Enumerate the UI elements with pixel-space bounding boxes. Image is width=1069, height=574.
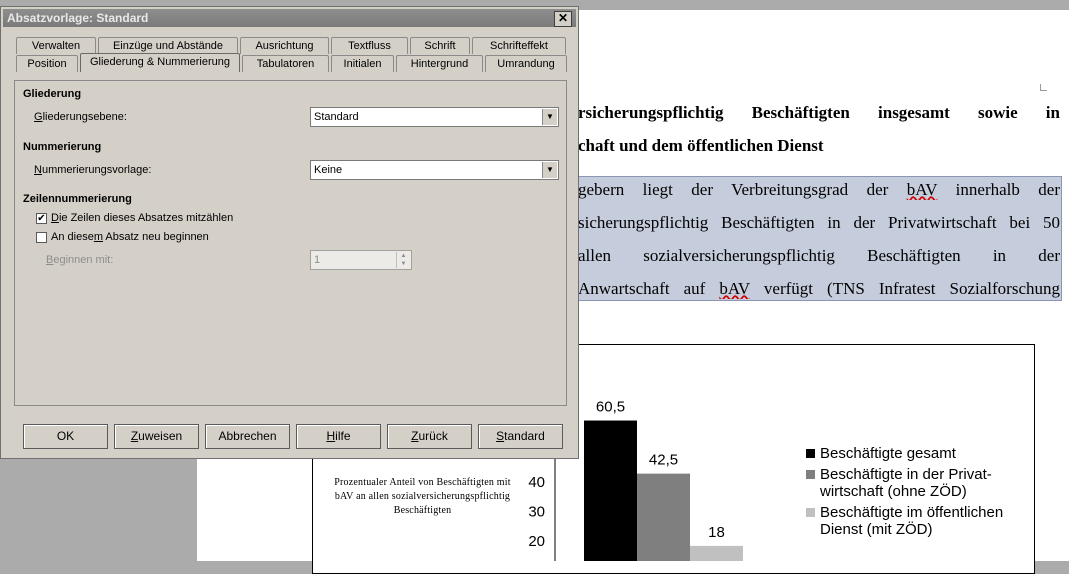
assign-button[interactable]: Zuweisen — [114, 424, 199, 449]
legend-label: Beschäftigte in der Privat-wirtschaft (o… — [820, 466, 992, 500]
help-button[interactable]: Hilfe — [296, 424, 381, 449]
restart-numbering-label[interactable]: An diesem Absatz neu beginnen — [51, 231, 209, 243]
outline-level-label: Gliederungsebene: — [34, 111, 127, 123]
outline-level-dropdown[interactable]: Standard ▼ — [310, 107, 559, 127]
numbering-style-value: Keine — [314, 164, 343, 176]
tab-position[interactable]: Position — [16, 55, 78, 72]
section-zeilennummerierung: Zeilennummerierung — [23, 193, 132, 205]
legend-item: Beschäftigte in der Privat-wirtschaft (o… — [806, 466, 1030, 500]
tab-panel-outline-numbering: Gliederung Gliederungsebene: Standard ▼ … — [14, 80, 567, 406]
start-with-label: Beginnen mit: — [46, 254, 114, 266]
tab-einzüge-und-abstände[interactable]: Einzüge und Abstände — [98, 37, 238, 54]
close-icon: ✕ — [557, 11, 569, 25]
tab-initialen[interactable]: Initialen — [331, 55, 394, 72]
legend-label: Beschäftigte im öffentlichen Dienst (mit… — [820, 504, 1004, 538]
spin-down-icon[interactable]: ▼ — [396, 260, 410, 268]
chevron-down-icon[interactable]: ▼ — [542, 162, 557, 178]
standard-button[interactable]: Standard — [478, 424, 563, 449]
bar-3 — [690, 545, 743, 561]
legend-swatch — [806, 449, 815, 458]
y-tick-label: 40 — [528, 474, 545, 491]
legend-item: Beschäftigte im öffentlichen Dienst (mit… — [806, 504, 1030, 538]
tab-schrift[interactable]: Schrift — [410, 37, 470, 54]
legend-swatch — [806, 470, 815, 479]
cancel-button[interactable]: Abbrechen — [205, 424, 290, 449]
close-button[interactable]: ✕ — [554, 11, 572, 27]
legend-item: Beschäftigte gesamt — [806, 445, 1030, 462]
spin-up-icon[interactable]: ▲ — [396, 252, 410, 260]
restart-numbering-checkbox[interactable] — [36, 232, 47, 243]
numbering-style-label: Nummerierungsvorlage: — [34, 164, 152, 176]
start-with-value: 1 — [314, 254, 321, 266]
paragraph-style-dialog[interactable]: Absatzvorlage: Standard ✕ Gliederung Gli… — [0, 6, 579, 459]
chart-y-axis-label: Prozentualer Anteil von Beschäftigten mi… — [334, 477, 511, 516]
tab-umrandung[interactable]: Umrandung — [485, 55, 567, 72]
y-tick-label: 30 — [528, 504, 545, 521]
dialog-titlebar[interactable]: Absatzvorlage: Standard ✕ — [3, 9, 576, 27]
outline-level-value: Standard — [314, 111, 359, 123]
chart-legend: Beschäftigte gesamt Beschäftigte in der P… — [806, 445, 1030, 542]
tab-verwalten[interactable]: Verwalten — [16, 37, 96, 54]
tab-tabulatoren[interactable]: Tabulatoren — [242, 55, 329, 72]
tab-textfluss[interactable]: Textfluss — [331, 37, 408, 54]
checkmark-icon: ✔ — [37, 213, 46, 224]
bar-2 — [637, 473, 690, 561]
count-lines-label[interactable]: Die Zeilen dieses Absatzes mitzählen — [51, 212, 233, 224]
section-nummerierung: Nummerierung — [23, 141, 102, 153]
bar-data-label: 18 — [708, 524, 725, 541]
dialog-title: Absatzvorlage: Standard — [7, 11, 149, 25]
legend-label: Beschäftigte gesamt — [820, 445, 956, 462]
chevron-down-icon[interactable]: ▼ — [542, 109, 557, 125]
bar-data-label: 42,5 — [649, 452, 678, 469]
tab-schrifteffekt[interactable]: Schrifteffekt — [472, 37, 566, 54]
section-gliederung: Gliederung — [23, 88, 82, 100]
bar-1 — [584, 420, 637, 561]
legend-swatch — [806, 508, 815, 517]
tab-hintergrund[interactable]: Hintergrund — [396, 55, 483, 72]
tab-gliederung-nummerierung[interactable]: Gliederung & Nummerierung — [80, 53, 240, 72]
y-tick-label: 20 — [528, 533, 545, 550]
numbering-style-dropdown[interactable]: Keine ▼ — [310, 160, 559, 180]
back-button[interactable]: Zurück — [387, 424, 472, 449]
bar-data-label: 60,5 — [596, 399, 625, 416]
ok-button[interactable]: OK — [23, 424, 108, 449]
tab-ausrichtung[interactable]: Ausrichtung — [240, 37, 329, 54]
count-lines-checkbox[interactable]: ✔ — [36, 213, 47, 224]
start-with-spinbox[interactable]: 1 ▲ ▼ — [310, 250, 412, 270]
